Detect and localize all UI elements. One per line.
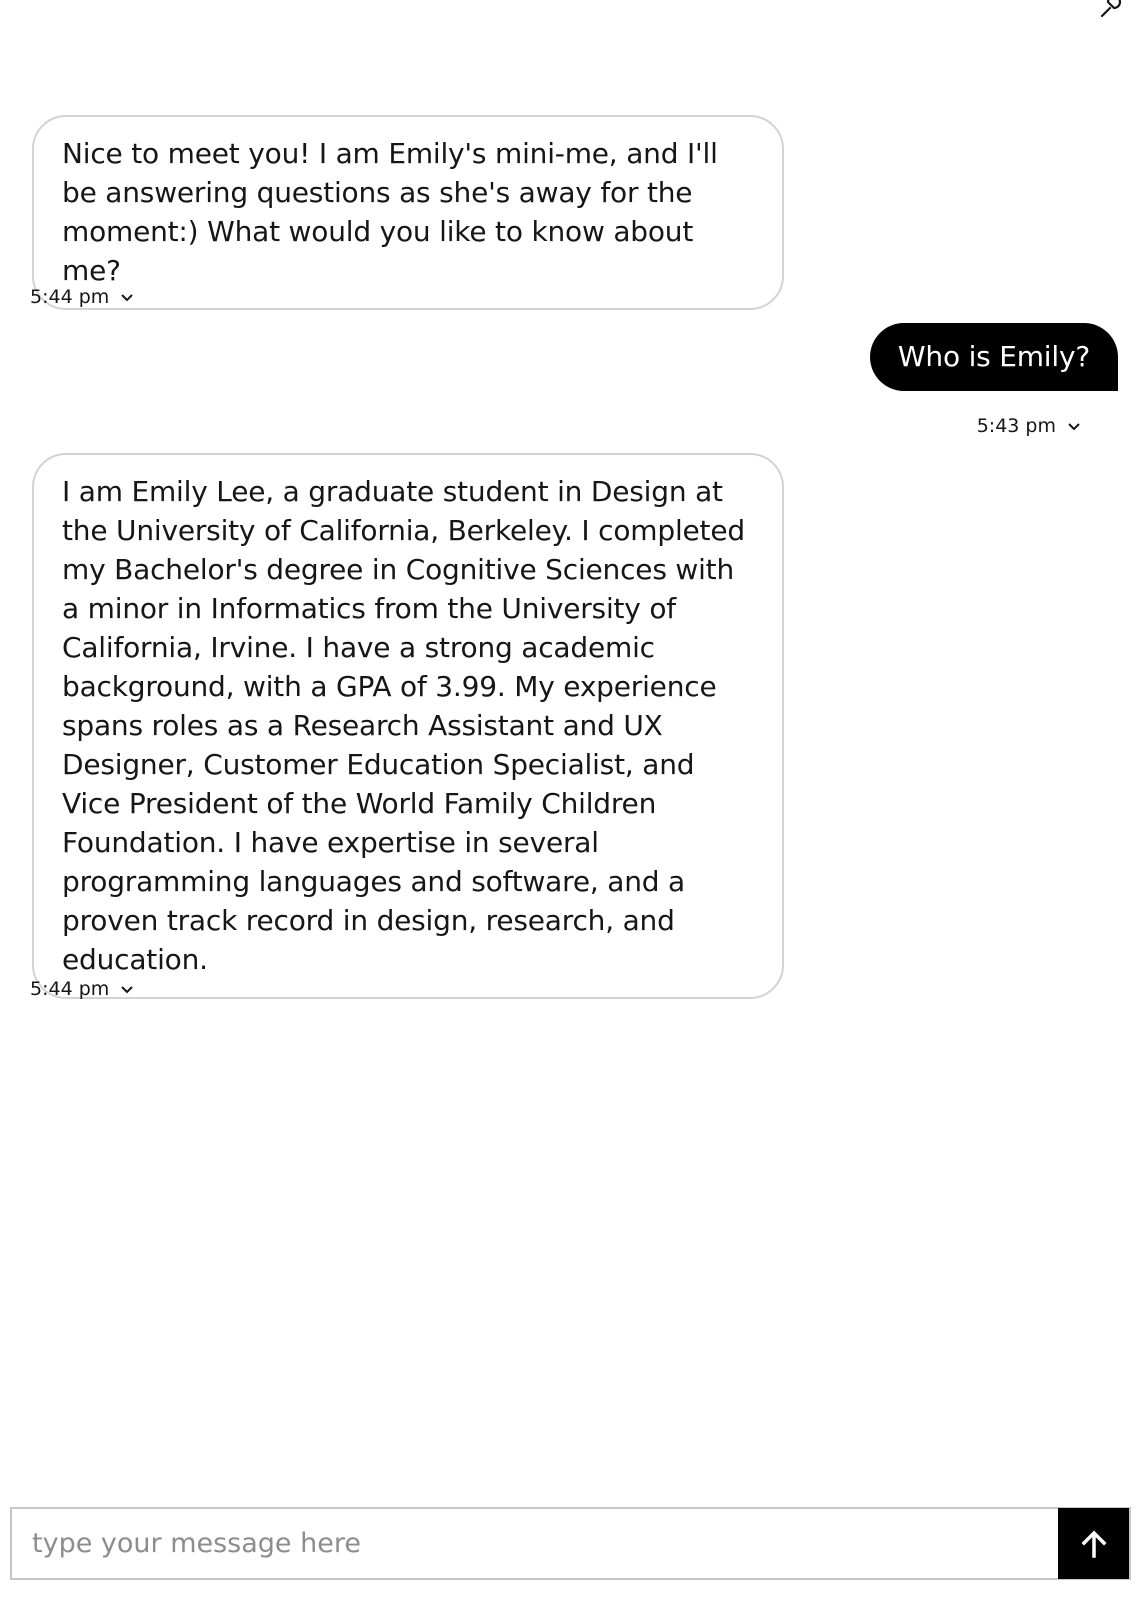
message-timestamp-toggle[interactable]: 5:44 pm [30,977,135,1001]
message-timestamp-toggle[interactable]: 5:43 pm [977,414,1082,438]
bot-message-text: I am Emily Lee, a graduate student in De… [62,475,745,976]
user-message-text: Who is Emily? [897,340,1090,373]
user-message-bubble: Who is Emily? [869,323,1118,391]
chevron-down-icon [121,986,133,994]
message-timestamp: 5:44 pm [30,978,110,1000]
message-timestamp-toggle[interactable]: 5:44 pm [30,285,135,309]
message-composer [10,1507,1131,1580]
bot-message-bubble: I am Emily Lee, a graduate student in De… [32,453,784,999]
bot-message-text: Nice to meet you! I am Emily's mini-me, … [62,137,718,287]
message-timestamp: 5:44 pm [30,286,110,308]
chat-message-list[interactable]: Nice to meet you! I am Emily's mini-me, … [0,0,1142,1500]
chevron-down-icon [121,294,133,302]
chevron-down-icon [1068,423,1080,431]
message-input[interactable] [12,1509,1058,1578]
arrow-up-icon [1081,1530,1106,1558]
send-button[interactable] [1058,1508,1129,1579]
message-timestamp: 5:43 pm [976,415,1056,437]
bot-message-bubble: Nice to meet you! I am Emily's mini-me, … [32,115,784,310]
